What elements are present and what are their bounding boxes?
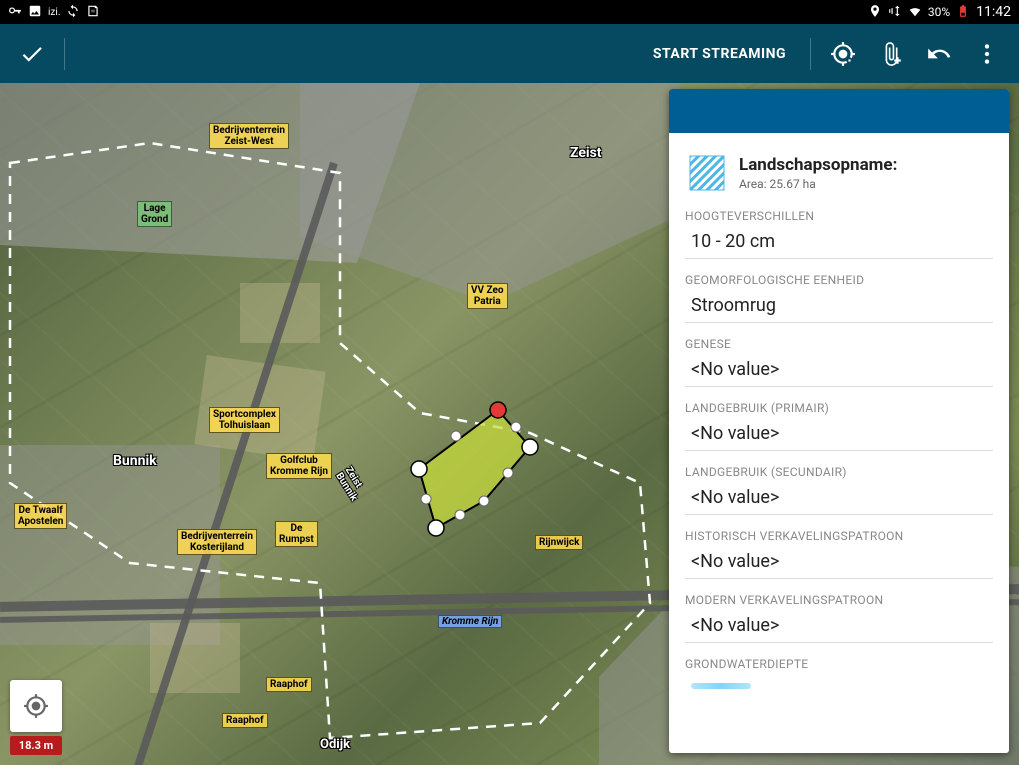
confirm-button[interactable] <box>8 30 56 78</box>
battery-percent: 30% <box>928 5 950 19</box>
field-landgebruik-secundair[interactable]: <No value> <box>685 485 993 515</box>
field-genese[interactable]: <No value> <box>685 357 993 387</box>
field-label: MODERN VERKAVELINGSPATROON <box>685 593 993 607</box>
field-historisch-verkavelingspatroon[interactable]: <No value> <box>685 549 993 579</box>
note-icon <box>86 4 100 21</box>
field-modern-verkavelingspatroon[interactable]: <No value> <box>685 613 993 643</box>
map-label-raaphof2: Raaphof <box>222 713 268 728</box>
locate-button[interactable] <box>10 680 62 732</box>
field-label: HOOGTEVERSCHILLEN <box>685 209 993 223</box>
field-landgebruik-primair[interactable]: <No value> <box>685 421 993 451</box>
divider <box>810 38 811 70</box>
field-label: GRONDWATERDIEPTE <box>685 657 993 671</box>
divider <box>64 38 65 70</box>
battery-icon <box>956 4 970 21</box>
map-label-kromme-rijn: Kromme Rijn <box>438 615 502 628</box>
vibrate-icon <box>888 4 902 21</box>
location-icon <box>868 4 882 21</box>
field-label: HISTORISCH VERKAVELINGSPATROON <box>685 529 993 543</box>
field-label: GEOMORFOLOGISCHE EENHEID <box>685 273 993 287</box>
start-streaming-button[interactable]: START STREAMING <box>637 46 802 62</box>
field-label: LANDGEBRUIK (SECUNDAIR) <box>685 465 993 479</box>
clock-time: 11:42 <box>976 4 1011 20</box>
map-label-odijk: Odijk <box>320 737 350 752</box>
feature-symbol-swatch <box>689 155 725 191</box>
attach-button[interactable] <box>867 30 915 78</box>
app-abbr: izi. <box>48 7 60 18</box>
gps-add-button[interactable] <box>819 30 867 78</box>
map-label-raaphof1: Raaphof <box>266 677 312 692</box>
panel-body[interactable]: Landschapsopname: Area: 25.67 ha HOOGTEV… <box>669 133 1009 753</box>
sync-icon <box>66 4 80 21</box>
android-status-bar: izi. 30% 11:42 <box>0 0 1019 24</box>
map-label-road: Zeist Bunnik <box>333 465 368 503</box>
action-bar: START STREAMING <box>0 24 1019 83</box>
undo-button[interactable] <box>915 30 963 78</box>
map-label-rijnwijck: Rijnwijck <box>535 535 583 550</box>
key-icon <box>8 4 22 21</box>
attribute-panel: Landschapsopname: Area: 25.67 ha HOOGTEV… <box>669 89 1009 753</box>
field-label: LANDGEBRUIK (PRIMAIR) <box>685 401 993 415</box>
panel-header <box>669 89 1009 133</box>
image-icon <box>28 4 42 21</box>
gps-accuracy-badge: 18.3 m <box>10 736 62 755</box>
field-grondwaterdiepte[interactable] <box>685 677 993 695</box>
overflow-menu-button[interactable] <box>963 30 1011 78</box>
field-label: GENESE <box>685 337 993 351</box>
field-geomorfologische-eenheid[interactable]: Stroomrug <box>685 293 993 323</box>
field-hoogteverschillen[interactable]: 10 - 20 cm <box>685 229 993 259</box>
feature-title: Landschapsopname: <box>739 155 897 175</box>
map-label-de-rumpst: De Rumpst <box>275 521 318 547</box>
feature-area: Area: 25.67 ha <box>739 177 897 191</box>
wifi-icon <box>908 4 922 21</box>
